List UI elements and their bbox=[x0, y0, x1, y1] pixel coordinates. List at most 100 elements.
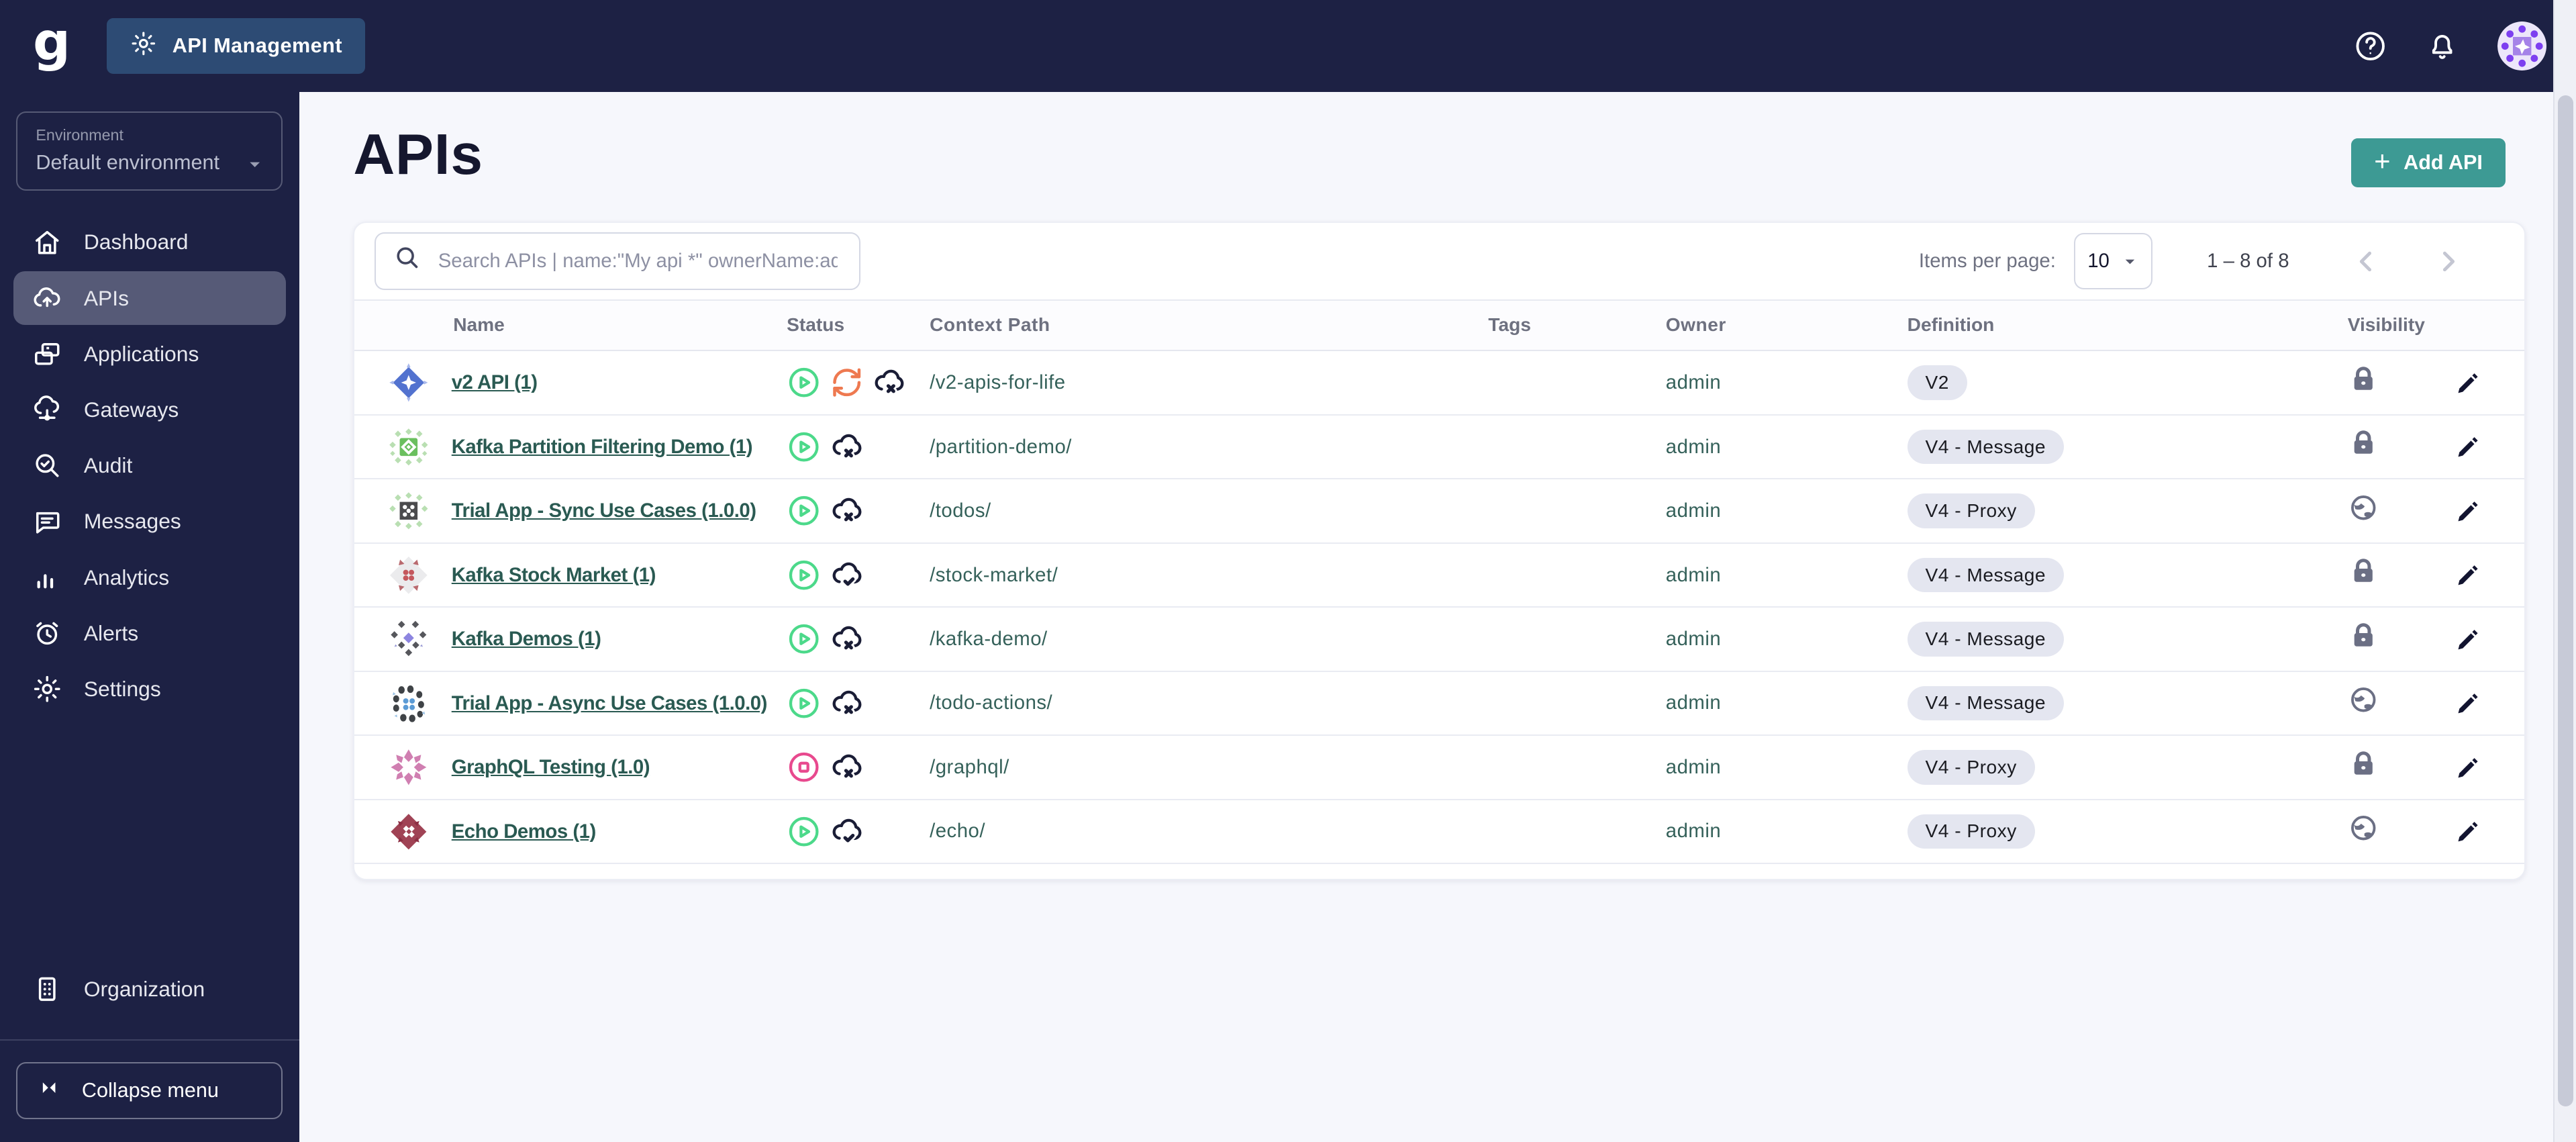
add-api-button[interactable]: + Add API bbox=[2351, 138, 2506, 188]
play-status-icon bbox=[787, 686, 821, 720]
api-name-link[interactable]: Trial App - Async Use Cases (1.0.0) bbox=[452, 690, 768, 717]
visibility-cell bbox=[2348, 492, 2453, 530]
scrollbar-thumb[interactable] bbox=[2558, 95, 2573, 1106]
visibility-cell bbox=[2348, 684, 2453, 722]
owner-value: admin bbox=[1665, 563, 1722, 586]
sidebar-item-dashboard[interactable]: Dashboard bbox=[13, 216, 286, 270]
applications-icon bbox=[32, 338, 63, 370]
notifications-bell-icon[interactable] bbox=[2425, 29, 2459, 63]
play-status-icon bbox=[787, 558, 821, 592]
column-header-visibility[interactable]: Visibility bbox=[2348, 314, 2453, 336]
column-header-name[interactable]: Name bbox=[354, 314, 787, 336]
sidebar-item-label: Organization bbox=[83, 976, 205, 1001]
column-header-status[interactable]: Status bbox=[787, 314, 930, 336]
message-icon bbox=[32, 506, 63, 538]
previous-page-button[interactable] bbox=[2350, 245, 2383, 278]
sidebar-item-settings[interactable]: Settings bbox=[13, 662, 286, 716]
sidebar-item-applications[interactable]: Applications bbox=[13, 327, 286, 381]
play-status-icon bbox=[787, 622, 821, 656]
cloud-check-status-icon bbox=[830, 558, 864, 592]
apis-table-card: Items per page: 10 1 – 8 of 8 Name Statu… bbox=[353, 222, 2526, 881]
status-cell bbox=[787, 686, 930, 720]
api-avatar bbox=[387, 426, 430, 469]
api-name-link[interactable]: GraphQL Testing (1.0) bbox=[452, 754, 650, 781]
edit-pencil-icon[interactable] bbox=[2453, 687, 2484, 719]
cloud-check-status-icon bbox=[830, 814, 864, 849]
chevron-down-icon bbox=[245, 152, 264, 171]
search-input[interactable] bbox=[434, 248, 842, 275]
context-path-value: /stock-market/ bbox=[930, 563, 1058, 586]
status-cell bbox=[787, 622, 930, 656]
analytics-icon bbox=[32, 562, 63, 593]
top-bar: g API Management bbox=[0, 0, 2576, 93]
alarm-icon bbox=[32, 618, 63, 649]
cloud-x-status-icon bbox=[830, 430, 864, 464]
play-status-icon bbox=[787, 365, 821, 399]
sidebar-item-audit[interactable]: Audit bbox=[13, 438, 286, 493]
api-name-link[interactable]: Echo Demos (1) bbox=[452, 818, 597, 845]
cloud-up-icon bbox=[32, 283, 63, 314]
environment-select[interactable]: Environment Default environment bbox=[16, 111, 283, 191]
table-row: Trial App - Sync Use Cases (1.0.0) /todo… bbox=[354, 479, 2524, 544]
sidebar-item-messages[interactable]: Messages bbox=[13, 494, 286, 549]
owner-value: admin bbox=[1665, 499, 1722, 522]
edit-pencil-icon[interactable] bbox=[2453, 495, 2484, 527]
owner-value: admin bbox=[1665, 692, 1722, 714]
status-cell bbox=[787, 558, 930, 592]
audit-icon bbox=[32, 450, 63, 481]
edit-pencil-icon[interactable] bbox=[2453, 752, 2484, 783]
edit-pencil-icon[interactable] bbox=[2453, 431, 2484, 463]
api-avatar bbox=[387, 810, 430, 853]
definition-badge: V4 - Message bbox=[1907, 622, 2064, 657]
owner-value: admin bbox=[1665, 755, 1722, 778]
api-name-link[interactable]: Kafka Demos (1) bbox=[452, 626, 601, 653]
edit-pencil-icon[interactable] bbox=[2453, 624, 2484, 655]
sidebar-item-label: Gateways bbox=[83, 397, 179, 422]
api-name-link[interactable]: Kafka Partition Filtering Demo (1) bbox=[452, 434, 753, 461]
items-per-page-select[interactable]: 10 bbox=[2073, 233, 2153, 289]
visibility-cell bbox=[2348, 556, 2453, 594]
sidebar-item-label: Settings bbox=[83, 676, 161, 701]
sidebar-item-gateways[interactable]: Gateways bbox=[13, 383, 286, 437]
api-name-link[interactable]: Kafka Stock Market (1) bbox=[452, 562, 656, 589]
items-per-page-value: 10 bbox=[2087, 249, 2110, 272]
topbar-actions bbox=[2353, 21, 2547, 71]
api-name-link[interactable]: Trial App - Sync Use Cases (1.0.0) bbox=[452, 497, 756, 524]
visibility-cell bbox=[2348, 749, 2453, 787]
help-icon[interactable] bbox=[2353, 29, 2387, 63]
sidebar-item-analytics[interactable]: Analytics bbox=[13, 551, 286, 605]
chevron-down-icon bbox=[2125, 259, 2135, 264]
table-row: Trial App - Async Use Cases (1.0.0) /tod… bbox=[354, 672, 2524, 736]
user-avatar[interactable] bbox=[2497, 21, 2547, 71]
table-row: v2 API (1) /v2-apis-for-life admin V2 bbox=[354, 351, 2524, 416]
play-status-icon bbox=[787, 814, 821, 849]
edit-pencil-icon[interactable] bbox=[2453, 367, 2484, 399]
context-path-value: /v2-apis-for-life bbox=[930, 371, 1066, 394]
api-name-link[interactable]: v2 API (1) bbox=[452, 369, 538, 396]
collapse-menu-button[interactable]: Collapse menu bbox=[16, 1061, 283, 1120]
sidebar-item-label: Audit bbox=[83, 453, 133, 478]
sidebar-item-alerts[interactable]: Alerts bbox=[13, 606, 286, 661]
column-header-owner[interactable]: Owner bbox=[1666, 314, 1908, 336]
lock-icon bbox=[2348, 428, 2379, 459]
column-header-tags[interactable]: Tags bbox=[1488, 314, 1665, 336]
product-switcher-label: API Management bbox=[172, 34, 343, 58]
column-header-context[interactable]: Context Path bbox=[930, 314, 1488, 336]
sidebar-item-apis[interactable]: APIs bbox=[13, 271, 286, 326]
api-avatar bbox=[387, 554, 430, 597]
column-header-definition[interactable]: Definition bbox=[1908, 314, 2348, 336]
search-icon bbox=[394, 244, 420, 277]
sidebar-item-label: Alerts bbox=[83, 620, 139, 645]
next-page-button[interactable] bbox=[2432, 245, 2465, 278]
sidebar-item-label: Applications bbox=[83, 341, 199, 366]
edit-pencil-icon[interactable] bbox=[2453, 816, 2484, 847]
sidebar-footer: Organization Collapse menu bbox=[0, 960, 299, 1142]
visibility-cell bbox=[2348, 812, 2453, 851]
play-status-icon bbox=[787, 430, 821, 464]
edit-pencil-icon[interactable] bbox=[2453, 559, 2484, 591]
cloud-x-status-icon bbox=[830, 622, 864, 656]
product-switcher-button[interactable]: API Management bbox=[106, 17, 366, 75]
table-header-row: Name Status Context Path Tags Owner Defi… bbox=[354, 300, 2524, 352]
sidebar-item-organization[interactable]: Organization bbox=[13, 962, 286, 1016]
page-scrollbar[interactable] bbox=[2553, 0, 2576, 1142]
